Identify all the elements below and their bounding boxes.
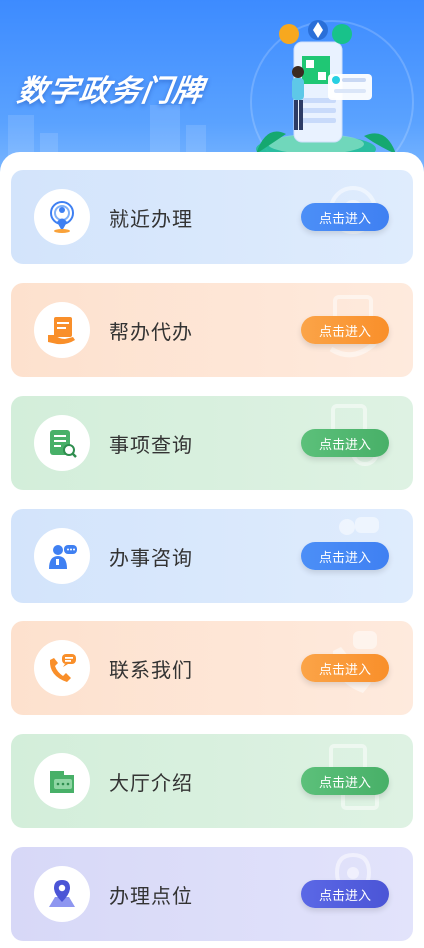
service-card-consult[interactable]: 办事咨询 点击进入	[11, 509, 413, 603]
consult-person-icon	[34, 528, 90, 584]
document-search-icon	[34, 415, 90, 471]
phone-chat-icon	[34, 640, 90, 696]
government-service-illustration	[256, 20, 396, 163]
service-label: 办事咨询	[109, 546, 193, 570]
service-card-contact[interactable]: 联系我们 点击进入	[11, 621, 413, 715]
enter-button[interactable]: 点击进入	[301, 429, 389, 457]
service-card-agency[interactable]: 帮办代办 点击进入	[11, 283, 413, 377]
service-list: 就近办理 点击进入 帮办代办 点击进入 事项查询 点击进入 办事咨询 点击进入 …	[0, 152, 424, 948]
enter-button[interactable]: 点击进入	[301, 203, 389, 231]
document-hand-icon	[34, 302, 90, 358]
service-card-item-search[interactable]: 事项查询 点击进入	[11, 396, 413, 490]
enter-button[interactable]: 点击进入	[301, 767, 389, 795]
page-title: 数字政务门牌	[15, 74, 206, 109]
header-banner: 数字政务门牌	[0, 0, 424, 175]
service-card-locations[interactable]: 办理点位 点击进入	[11, 847, 413, 941]
enter-button[interactable]: 点击进入	[301, 316, 389, 344]
map-pin-icon	[34, 866, 90, 922]
location-person-icon	[34, 189, 90, 245]
service-label: 办理点位	[109, 884, 193, 908]
service-label: 帮办代办	[109, 320, 193, 344]
enter-button[interactable]: 点击进入	[301, 542, 389, 570]
service-label: 联系我们	[109, 658, 193, 682]
hall-chat-icon	[34, 753, 90, 809]
enter-button[interactable]: 点击进入	[301, 880, 389, 908]
service-label: 就近办理	[109, 207, 193, 231]
service-card-hall-intro[interactable]: 大厅介绍 点击进入	[11, 734, 413, 828]
service-card-nearby[interactable]: 就近办理 点击进入	[11, 170, 413, 264]
service-label: 大厅介绍	[109, 771, 193, 795]
service-label: 事项查询	[109, 433, 193, 457]
enter-button[interactable]: 点击进入	[301, 654, 389, 682]
